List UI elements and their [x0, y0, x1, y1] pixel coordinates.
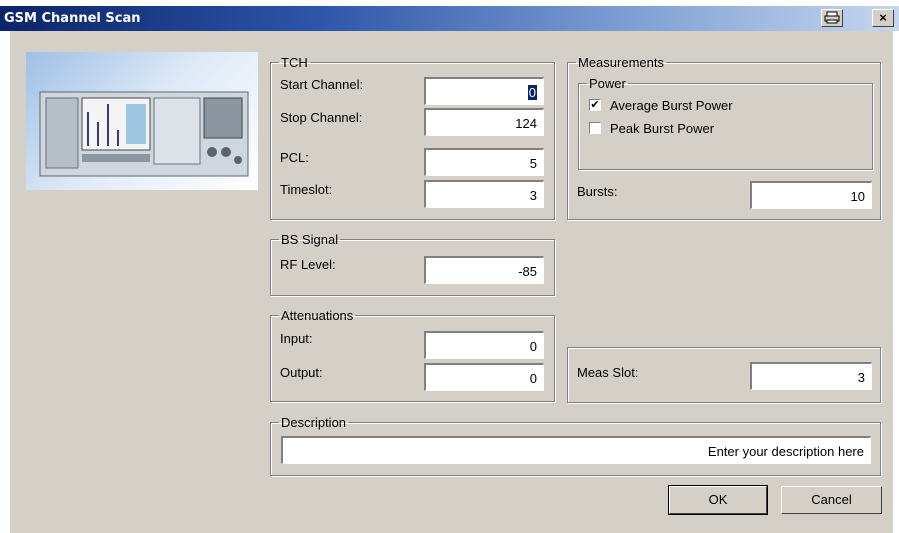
cancel-button[interactable]: Cancel: [781, 486, 882, 514]
output-attenuation-field[interactable]: 0: [424, 363, 544, 391]
bs-signal-legend: BS Signal: [281, 232, 339, 247]
gsm-channel-scan-dialog: GSM Channel Scan × TCH Start Channel: 0 …: [0, 0, 899, 533]
rf-level-label: RF Level:: [280, 257, 336, 272]
close-icon[interactable]: ×: [872, 9, 894, 27]
printer-icon[interactable]: [821, 9, 843, 27]
description-legend: Description: [281, 415, 347, 430]
start-channel-label: Start Channel:: [280, 77, 364, 92]
average-burst-power-label[interactable]: Average Burst Power: [610, 98, 733, 113]
bursts-label: Bursts:: [577, 184, 618, 199]
description-field[interactable]: Enter your description here: [281, 436, 871, 464]
output-attenuation-label: Output:: [280, 365, 323, 380]
start-channel-value: 0: [527, 85, 537, 100]
peak-burst-power-label[interactable]: Peak Burst Power: [610, 121, 714, 136]
ok-button[interactable]: OK: [668, 485, 768, 515]
attenuations-legend: Attenuations: [281, 308, 354, 323]
measurements-legend: Measurements: [578, 55, 664, 70]
stop-channel-field[interactable]: 124: [424, 108, 544, 136]
power-legend: Power: [589, 76, 626, 91]
bursts-field[interactable]: 10: [750, 181, 872, 209]
stop-channel-label: Stop Channel:: [280, 110, 363, 125]
timeslot-field[interactable]: 3: [424, 180, 544, 208]
window-title: GSM Channel Scan: [4, 11, 141, 26]
start-channel-field[interactable]: 0: [424, 77, 544, 105]
input-attenuation-field[interactable]: 0: [424, 331, 544, 359]
average-burst-power-checkbox[interactable]: ✔: [589, 99, 601, 111]
rf-level-field[interactable]: -85: [424, 256, 544, 284]
tch-legend: TCH: [281, 55, 308, 70]
meas-slot-label: Meas Slot:: [577, 365, 639, 380]
pcl-field[interactable]: 5: [424, 148, 544, 176]
title-bar[interactable]: GSM Channel Scan ×: [0, 6, 899, 31]
pcl-label: PCL:: [280, 150, 309, 165]
input-attenuation-label: Input:: [280, 331, 313, 346]
peak-burst-power-checkbox[interactable]: [589, 122, 601, 134]
instrument-image: [26, 52, 258, 190]
meas-slot-field[interactable]: 3: [750, 362, 872, 390]
timeslot-label: Timeslot:: [280, 182, 333, 197]
